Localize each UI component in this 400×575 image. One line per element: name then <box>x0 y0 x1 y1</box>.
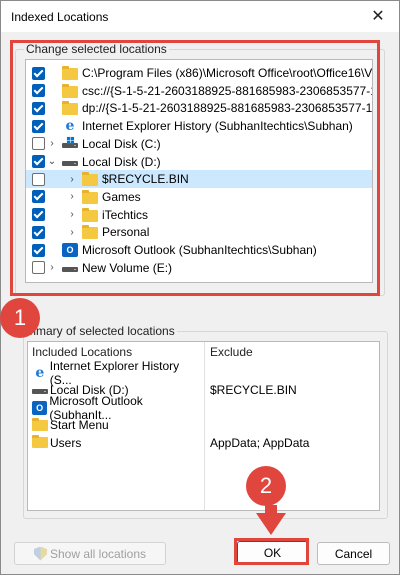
window-title: Indexed Locations <box>11 10 109 24</box>
summary-list[interactable]: Included Locations Exclude e Internet Exp… <box>27 341 380 511</box>
annotation-box-locations <box>10 40 380 296</box>
show-all-locations-label: Show all locations <box>49 546 147 561</box>
column-header-exclude[interactable]: Exclude <box>206 342 376 362</box>
folder-icon <box>32 417 48 431</box>
folder-icon <box>32 435 48 448</box>
shield-icon <box>34 547 47 561</box>
show-all-locations-button[interactable]: Show all locations <box>14 542 166 565</box>
summary-location-label: Start Menu <box>50 418 109 432</box>
close-button[interactable]: ✕ <box>363 2 393 30</box>
summary-row[interactable]: Start Menu <box>32 417 202 434</box>
close-icon: ✕ <box>371 8 385 25</box>
summary-row[interactable]: Users <box>32 434 202 451</box>
title-bar: Indexed Locations ✕ <box>1 1 399 32</box>
cancel-button[interactable]: Cancel <box>317 542 390 565</box>
summary-label: mmary of selected locations <box>24 324 177 338</box>
summary-location-label: Users <box>50 435 82 450</box>
outlook-icon: O <box>32 400 48 415</box>
annotation-box-ok <box>234 538 309 565</box>
annotation-badge-1: 1 <box>0 298 40 338</box>
column-divider <box>204 342 205 510</box>
drive-icon <box>32 383 48 397</box>
summary-exclude-label <box>210 399 375 416</box>
summary-row[interactable]: e Internet Explorer History (S... <box>32 359 202 387</box>
cancel-label: Cancel <box>334 546 373 561</box>
summary-exclude-label <box>210 417 375 434</box>
summary-exclude-label: AppData; AppData <box>210 435 310 450</box>
annotation-badge-2: 2 <box>246 466 286 506</box>
annotation-arrow <box>256 505 286 535</box>
summary-row[interactable]: O Microsoft Outlook (SubhanIt... <box>32 394 202 422</box>
summary-exclude-label: $RECYCLE.BIN <box>210 383 297 397</box>
internet-explorer-icon: e <box>35 364 45 381</box>
summary-exclude-label <box>210 364 375 381</box>
